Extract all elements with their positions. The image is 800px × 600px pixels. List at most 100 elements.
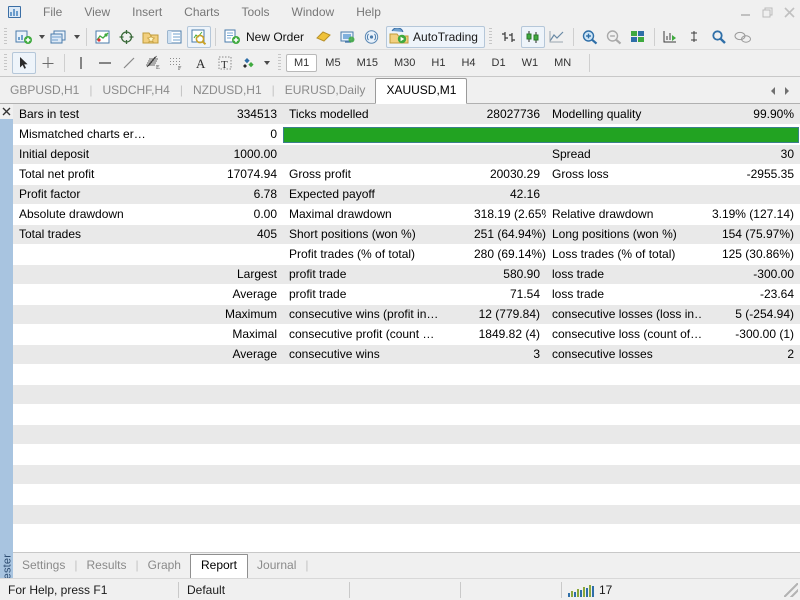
timeframe-m1[interactable]: M1 [286,54,318,72]
fibonacci-icon[interactable]: E [141,52,165,74]
channel-icon[interactable]: F [165,52,189,74]
report-empty-cell [546,384,701,405]
close-icon[interactable] [0,104,13,119]
tab-results[interactable]: Results [77,554,135,578]
table-row-empty [13,444,800,465]
timeframe-h4[interactable]: H4 [453,54,483,72]
toolbar-grip-2[interactable] [486,27,494,46]
autotrading-button[interactable]: AutoTrading [386,25,485,48]
toolbar-grip[interactable] [2,27,9,46]
timeframe-m30[interactable]: M30 [386,54,423,72]
new-chart-dropdown-icon[interactable] [36,26,47,48]
chart-tab-xauusd-m1[interactable]: XAUUSD,M1 [375,78,468,104]
resize-grip-icon[interactable] [784,582,798,597]
menu-file[interactable]: File [32,2,73,23]
text-a-icon[interactable]: A [189,52,213,74]
tile-windows-button[interactable] [626,26,650,48]
horizontal-line-icon[interactable] [93,52,117,74]
tab-journal[interactable]: Journal [248,554,305,578]
menu-charts[interactable]: Charts [173,2,230,23]
restore-icon[interactable] [756,0,778,24]
close-icon[interactable] [778,0,800,24]
table-row: Profit trades (% of total) 280 (69.14%) Lo… [13,244,800,265]
chart-tab-usdchf-h4[interactable]: USDCHF,H4 [92,78,179,103]
scroll-left-icon[interactable] [766,83,780,99]
shapes-dropdown-icon[interactable] [261,52,272,74]
shapes-icon[interactable] [237,52,261,74]
report-label-col2: Gross profit [283,164,468,185]
signal-bars-icon[interactable] [568,583,594,597]
toolbar-separator-2 [215,27,216,46]
menu-window[interactable]: Window [281,2,346,23]
report-empty-cell [546,444,701,465]
new-order-label[interactable]: New Order [244,30,312,44]
tab-graph[interactable]: Graph [139,554,190,578]
report-value-col3: -2955.35 [701,164,800,185]
navigator-button[interactable] [139,26,163,48]
chart-shift-button[interactable] [683,26,707,48]
report-label-col3: Modelling quality [546,104,701,125]
market-watch-button[interactable] [91,26,115,48]
report-pane: Bars in test 334513 Ticks modelled 28027736… [13,104,800,552]
terminal-button[interactable] [163,26,187,48]
timeframe-m15[interactable]: M15 [349,54,386,72]
status-profile[interactable]: Default [179,579,349,600]
line-chart-button[interactable] [545,26,569,48]
report-value-col1: 1000.00 [213,144,283,165]
timeframe-w1[interactable]: W1 [514,54,547,72]
crosshair-tool-icon[interactable] [36,52,60,74]
tab-report[interactable]: Report [189,554,249,579]
chart-tab-eurusd-daily[interactable]: EURUSD,Daily [275,78,376,103]
table-row-empty [13,504,800,525]
chat-bubbles-icon[interactable] [731,26,755,48]
report-empty-cell [546,504,701,525]
zoom-out-button[interactable] [602,26,626,48]
timeframe-grip[interactable] [276,54,283,72]
scroll-right-icon[interactable] [780,83,794,99]
menu-insert[interactable]: Insert [121,2,173,23]
profiles-button[interactable] [47,26,71,48]
vertical-line-icon[interactable] [69,52,93,74]
auto-scroll-button[interactable] [659,26,683,48]
timeframe-mn[interactable]: MN [546,54,579,72]
report-empty-cell [283,404,468,425]
report-empty-cell [13,384,213,405]
timeframe-h1[interactable]: H1 [423,54,453,72]
strategy-tester-button[interactable] [187,25,211,48]
signals-button[interactable] [360,26,384,48]
report-label-col3: consecutive losses [546,344,701,365]
timeframe-m5[interactable]: M5 [317,54,348,72]
bar-chart-button[interactable] [497,26,521,48]
trendline-icon[interactable] [117,52,141,74]
profiles-dropdown-icon[interactable] [71,26,82,48]
metaeditor-button[interactable] [312,26,336,48]
minimize-icon[interactable] [734,0,756,24]
data-window-button[interactable] [115,26,139,48]
toolbar-separator-4 [653,27,655,46]
title-bar: File View Insert Charts Tools Window Hel… [0,0,800,24]
report-empty-cell [13,424,213,445]
menu-help[interactable]: Help [345,2,392,23]
report-label-col1: Absolute drawdown [13,204,213,225]
text-label-icon[interactable]: T [213,52,237,74]
indicators-magnifier-icon[interactable] [707,26,731,48]
tab-settings[interactable]: Settings [13,554,74,578]
menu-view[interactable]: View [73,2,121,23]
menu-tools[interactable]: Tools [231,2,281,23]
chart-tab-gbpusd-h1[interactable]: GBPUSD,H1 [0,78,89,103]
arrow-cursor-icon[interactable] [12,52,36,74]
report-value-col2: 580.90 [468,264,546,285]
report-empty-cell [213,504,283,525]
line-toolbar-grip[interactable] [2,54,9,72]
chart-tab-nzdusd-h1[interactable]: NZDUSD,H1 [183,78,272,103]
candlestick-chart-button[interactable] [520,25,545,48]
timeframe-d1[interactable]: D1 [484,54,514,72]
report-value-col3: 154 (75.97%) [701,224,800,245]
table-row: Absolute drawdown 0.00 Maximal drawdown 318… [13,204,800,225]
zoom-in-button[interactable] [578,26,602,48]
new-order-button[interactable] [220,26,244,48]
expert-advisors-button[interactable] [336,26,360,48]
tester-side-rail [0,104,13,552]
report-empty-cell [468,364,546,385]
new-chart-button[interactable] [12,26,36,48]
